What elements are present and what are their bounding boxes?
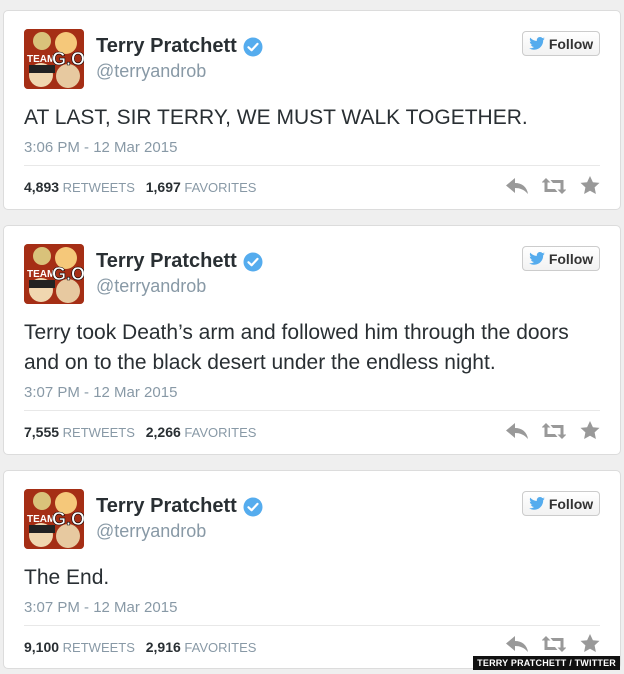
tweet-card: TEAM G.O. Terry Pratchett @terryandrob F… — [3, 470, 621, 669]
tweet-timestamp[interactable]: 3:07 PM - 12 Mar 2015 — [24, 384, 177, 401]
retweet-icon[interactable] — [542, 635, 566, 652]
reply-icon[interactable] — [506, 422, 528, 439]
star-icon[interactable] — [580, 176, 600, 195]
tweet-actions — [506, 421, 600, 440]
divider — [24, 165, 600, 166]
tweet-timestamp[interactable]: 3:07 PM - 12 Mar 2015 — [24, 599, 177, 616]
retweet-count[interactable]: 4,893 — [24, 179, 59, 195]
favorites-label: FAVORITES — [184, 425, 257, 440]
retweet-count[interactable]: 7,555 — [24, 424, 59, 440]
verified-badge-icon — [243, 497, 263, 516]
follow-button[interactable]: Follow — [522, 31, 600, 56]
user-handle[interactable]: @terryandrob — [96, 276, 206, 297]
follow-label: Follow — [548, 250, 594, 267]
avatar[interactable]: TEAM G.O. — [24, 244, 84, 304]
reply-icon[interactable] — [506, 177, 528, 194]
star-icon[interactable] — [580, 634, 600, 653]
tweet-text: AT LAST, SIR TERRY, WE MUST WALK TOGETHE… — [24, 106, 528, 129]
image-credit: TERRY PRATCHETT / TWITTER — [473, 656, 620, 670]
svg-text:G.O.: G.O. — [52, 509, 84, 529]
divider — [24, 625, 600, 626]
follow-button[interactable]: Follow — [522, 246, 600, 271]
tweet-text: The End. — [24, 566, 110, 589]
follow-label: Follow — [548, 35, 594, 52]
favorite-count[interactable]: 2,916 — [146, 639, 181, 655]
tweet-timestamp[interactable]: 3:06 PM - 12 Mar 2015 — [24, 139, 177, 156]
verified-badge-icon — [243, 37, 263, 56]
avatar[interactable]: TEAM G.O. — [24, 489, 84, 549]
favorites-label: FAVORITES — [184, 180, 257, 195]
tweet-card: TEAM G.O. Terry Pratchett @terryandrob F… — [3, 225, 621, 455]
retweet-icon[interactable] — [542, 177, 566, 194]
verified-badge-icon — [243, 252, 263, 271]
favorites-label: FAVORITES — [184, 640, 257, 655]
retweet-count[interactable]: 9,100 — [24, 639, 59, 655]
tweet-card: TEAM G.O. Terry Pratchett @terryandrob F… — [3, 10, 621, 210]
avatar[interactable]: TEAM G.O. — [24, 29, 84, 89]
tweet-actions — [506, 634, 600, 653]
favorite-count[interactable]: 1,697 — [146, 179, 181, 195]
display-name[interactable]: Terry Pratchett — [96, 35, 237, 58]
follow-label: Follow — [548, 495, 594, 512]
twitter-bird-icon — [529, 37, 545, 50]
tweet-actions — [506, 176, 600, 195]
twitter-bird-icon — [529, 252, 545, 265]
retweets-label: RETWEETS — [62, 425, 135, 440]
twitter-bird-icon — [529, 497, 545, 510]
tweet-stats: 7,555 RETWEETS 2,266 FAVORITES — [24, 424, 256, 440]
divider — [24, 410, 600, 411]
svg-text:G.O.: G.O. — [52, 49, 84, 69]
follow-button[interactable]: Follow — [522, 491, 600, 516]
reply-icon[interactable] — [506, 635, 528, 652]
display-name[interactable]: Terry Pratchett — [96, 250, 237, 273]
retweets-label: RETWEETS — [62, 640, 135, 655]
retweet-icon[interactable] — [542, 422, 566, 439]
display-name[interactable]: Terry Pratchett — [96, 495, 237, 518]
retweets-label: RETWEETS — [62, 180, 135, 195]
user-handle[interactable]: @terryandrob — [96, 521, 206, 542]
favorite-count[interactable]: 2,266 — [146, 424, 181, 440]
svg-text:G.O.: G.O. — [52, 264, 84, 284]
tweet-text: Terry took Death’s arm and followed him … — [24, 321, 569, 374]
star-icon[interactable] — [580, 421, 600, 440]
tweet-stats: 4,893 RETWEETS 1,697 FAVORITES — [24, 179, 256, 195]
user-handle[interactable]: @terryandrob — [96, 61, 206, 82]
tweet-stats: 9,100 RETWEETS 2,916 FAVORITES — [24, 639, 256, 655]
